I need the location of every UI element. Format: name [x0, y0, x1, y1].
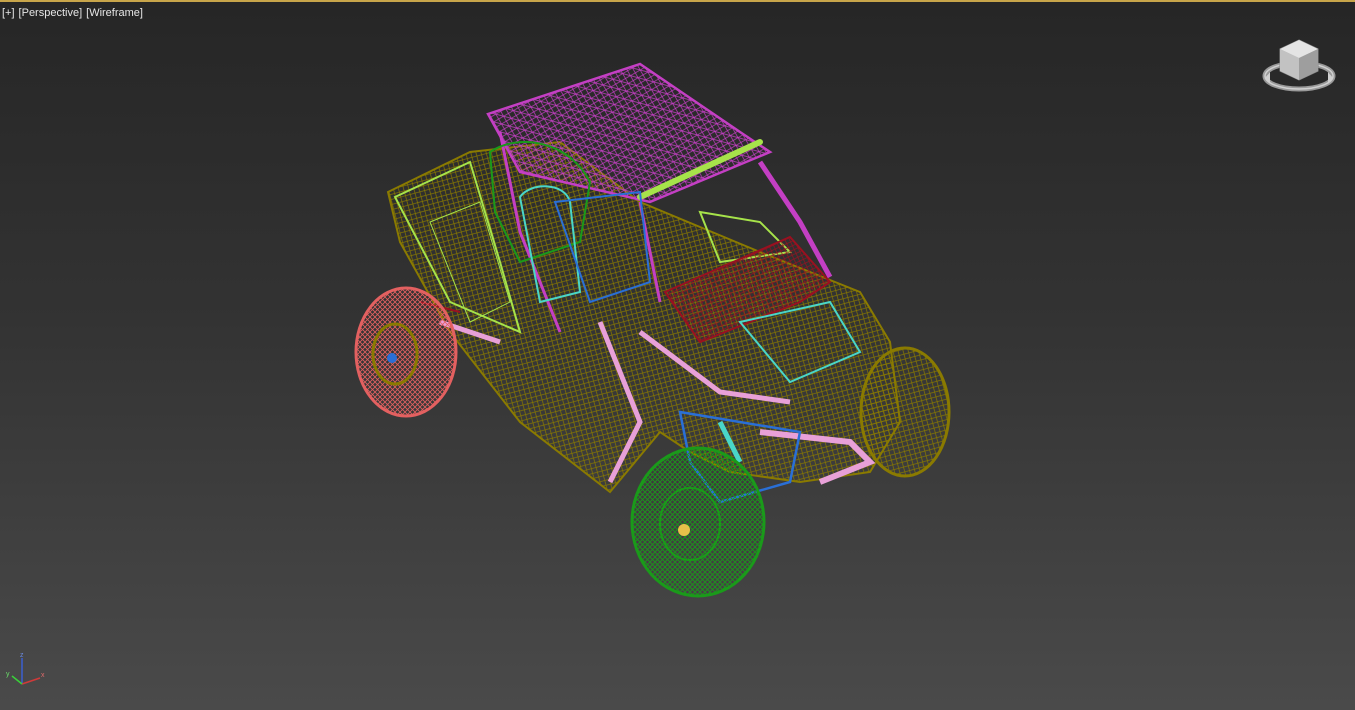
viewcube-icon[interactable]	[1262, 38, 1336, 98]
rear-left-wheel	[354, 286, 458, 418]
front-right-wheel	[859, 346, 951, 478]
perspective-viewport[interactable]: [+] [Perspective] [Wireframe] z x y	[0, 0, 1355, 710]
axis-x-label: x	[41, 672, 45, 679]
axis-y-label: y	[6, 671, 10, 678]
axis-tripod-icon: z x y	[6, 652, 45, 685]
wireframe-scene[interactable]	[0, 2, 1355, 710]
axis-z-label: z	[20, 652, 24, 659]
front-left-wheel	[630, 446, 766, 598]
